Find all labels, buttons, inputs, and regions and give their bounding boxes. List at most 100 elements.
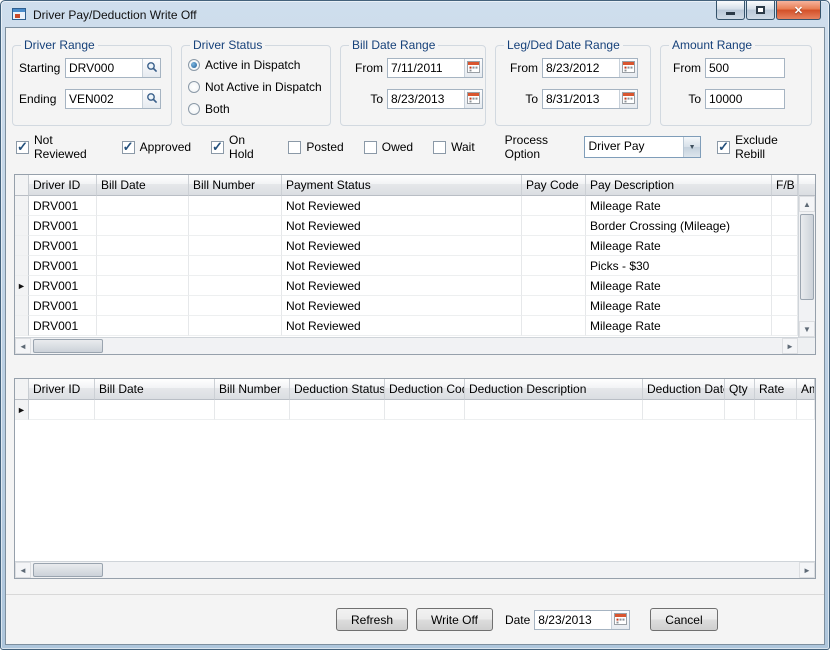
vertical-scroll-thumb[interactable]	[800, 214, 814, 300]
cell-bill-date[interactable]	[97, 216, 189, 236]
cell-deduction-status[interactable]	[290, 400, 385, 420]
bill-date-to-input[interactable]	[388, 90, 464, 108]
row-selector[interactable]	[15, 236, 29, 256]
leg-ded-date-to-calendar-button[interactable]	[619, 90, 637, 108]
cell-bill-number[interactable]	[189, 256, 282, 276]
cell-deduction-code[interactable]	[385, 400, 465, 420]
cell-payment-status[interactable]: Not Reviewed	[282, 256, 522, 276]
cell-pay-code[interactable]	[522, 316, 586, 336]
horizontal-scroll-track[interactable]	[31, 562, 799, 578]
bill-date-to-calendar-button[interactable]	[464, 90, 482, 108]
table-row[interactable]: DRV001Not ReviewedPicks - $30	[15, 256, 798, 276]
table-row[interactable]: DRV001 Not Reviewed Mileage Rate	[15, 296, 798, 316]
cell-deduction-date[interactable]	[643, 400, 725, 420]
column-header-deduction-description[interactable]: Deduction Description	[465, 379, 643, 400]
cell-fb[interactable]	[772, 276, 798, 296]
column-header-fb[interactable]: F/B	[772, 175, 798, 196]
table-row[interactable]: DRV001Not ReviewedMileage Rate	[15, 316, 798, 336]
cell-bill-number[interactable]	[189, 316, 282, 336]
cell-pay-code[interactable]	[522, 276, 586, 296]
column-header-bill-number[interactable]: Bill Number	[189, 175, 282, 196]
checkbox-not-reviewed[interactable]: Not Reviewed	[16, 133, 102, 161]
cell-driver-id[interactable]: DRV001	[29, 236, 97, 256]
cell-driver-id[interactable]: DRV001	[29, 296, 97, 316]
column-header-deduction-status[interactable]: Deduction Status	[290, 379, 385, 400]
row-selector[interactable]	[15, 196, 29, 216]
cell-payment-status[interactable]: Not Reviewed	[282, 236, 522, 256]
process-option-select[interactable]: Driver Pay ▼	[584, 136, 701, 158]
cell-fb[interactable]	[772, 256, 798, 276]
horizontal-scroll-thumb[interactable]	[33, 563, 103, 577]
cell-fb[interactable]	[772, 196, 798, 216]
pay-grid-vertical-scrollbar[interactable]: ▲ ▼	[798, 175, 815, 337]
current-row-pointer[interactable]: ►	[15, 276, 29, 296]
table-row[interactable]: DRV001Not ReviewedBorder Crossing (Milea…	[15, 216, 798, 236]
bill-date-from-calendar-button[interactable]	[464, 59, 482, 77]
cell-bill-date[interactable]	[97, 236, 189, 256]
maximize-button[interactable]	[746, 1, 775, 20]
cell-payment-status[interactable]: Not Reviewed	[282, 296, 522, 316]
cell-bill-number[interactable]	[189, 276, 282, 296]
column-header-driver-id[interactable]: Driver ID	[29, 379, 95, 400]
cell-payment-status[interactable]: Not Reviewed	[282, 316, 522, 336]
cell-pay-description[interactable]: Mileage Rate	[586, 296, 772, 316]
column-header-bill-date[interactable]: Bill Date	[95, 379, 215, 400]
ending-driver-search-button[interactable]	[142, 90, 160, 108]
pay-grid-horizontal-scrollbar[interactable]: ◄ ►	[15, 337, 798, 354]
horizontal-scroll-track[interactable]	[31, 338, 782, 354]
cell-driver-id[interactable]: DRV001	[29, 216, 97, 236]
checkbox-approved[interactable]: Approved	[122, 140, 191, 154]
starting-driver-search-button[interactable]	[142, 59, 160, 77]
row-selector[interactable]	[15, 296, 29, 316]
leg-ded-date-from-calendar-button[interactable]	[619, 59, 637, 77]
cell-pay-description[interactable]: Mileage Rate	[586, 276, 772, 296]
scroll-left-button[interactable]: ◄	[15, 562, 31, 578]
cell-bill-date[interactable]	[97, 316, 189, 336]
cell-bill-number[interactable]	[189, 216, 282, 236]
cell-qty[interactable]	[725, 400, 755, 420]
column-header-deduction-date[interactable]: Deduction Date	[643, 379, 725, 400]
refresh-button[interactable]: Refresh	[336, 608, 408, 631]
checkbox-wait[interactable]: Wait	[433, 140, 475, 154]
cell-driver-id[interactable]: DRV001	[29, 276, 97, 296]
cell-deduction-description[interactable]	[465, 400, 643, 420]
horizontal-scroll-thumb[interactable]	[33, 339, 103, 353]
column-header-deduction-code[interactable]: Deduction Cod	[385, 379, 465, 400]
cell-bill-date[interactable]	[97, 276, 189, 296]
cell-amount[interactable]	[797, 400, 815, 420]
cell-fb[interactable]	[772, 236, 798, 256]
cell-pay-description[interactable]: Mileage Rate	[586, 316, 772, 336]
cell-payment-status[interactable]: Not Reviewed	[282, 216, 522, 236]
row-selector[interactable]	[15, 256, 29, 276]
cell-payment-status[interactable]: Not Reviewed	[282, 196, 522, 216]
table-row[interactable]: DRV001 Not Reviewed Mileage Rate	[15, 236, 798, 256]
column-header-payment-status[interactable]: Payment Status	[282, 175, 522, 196]
scroll-left-button[interactable]: ◄	[15, 338, 31, 354]
close-button[interactable]: ✕	[776, 1, 821, 20]
cell-pay-description[interactable]: Mileage Rate	[586, 196, 772, 216]
row-selector[interactable]	[15, 316, 29, 336]
cell-bill-date[interactable]	[95, 400, 215, 420]
column-header-driver-id[interactable]: Driver ID	[29, 175, 97, 196]
scroll-down-button[interactable]: ▼	[799, 321, 815, 337]
cell-bill-number[interactable]	[215, 400, 290, 420]
column-header-pay-description[interactable]: Pay Description	[586, 175, 772, 196]
deduction-grid-horizontal-scrollbar[interactable]: ◄ ►	[15, 561, 815, 578]
checkbox-exclude-rebill[interactable]: Exclude Rebill	[717, 133, 804, 161]
current-row-pointer[interactable]: ►	[15, 400, 29, 420]
cell-pay-code[interactable]	[522, 256, 586, 276]
combo-dropdown-button[interactable]: ▼	[683, 137, 700, 157]
scroll-right-button[interactable]: ►	[799, 562, 815, 578]
column-header-pay-code[interactable]: Pay Code	[522, 175, 586, 196]
column-header-bill-number[interactable]: Bill Number	[215, 379, 290, 400]
radio-active-in-dispatch[interactable]: Active in Dispatch	[188, 58, 324, 72]
leg-ded-date-from-input[interactable]	[543, 59, 619, 77]
checkbox-on-hold[interactable]: On Hold	[211, 133, 268, 161]
cell-fb[interactable]	[772, 296, 798, 316]
cell-bill-date[interactable]	[97, 256, 189, 276]
row-selector[interactable]	[15, 216, 29, 236]
cell-pay-description[interactable]: Mileage Rate	[586, 236, 772, 256]
cell-pay-code[interactable]	[522, 216, 586, 236]
cell-payment-status[interactable]: Not Reviewed	[282, 276, 522, 296]
write-off-date-input[interactable]	[535, 611, 611, 629]
